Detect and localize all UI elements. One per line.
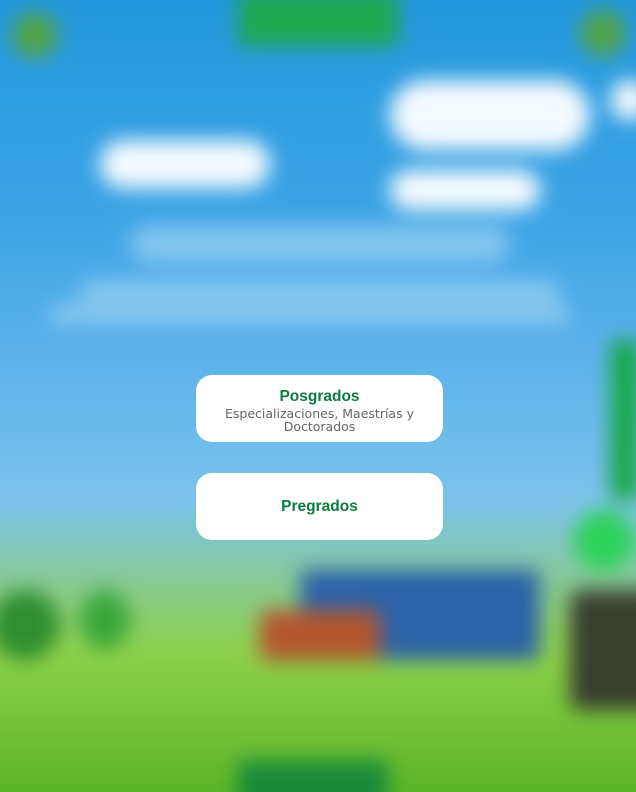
pregrados-title: Pregrados (281, 497, 358, 515)
posgrados-option-button[interactable]: Posgrados Especializaciones, Maestrías y… (196, 375, 443, 442)
pregrados-option-button[interactable]: Pregrados (196, 473, 443, 540)
posgrados-title: Posgrados (279, 388, 360, 405)
page-root: Posgrados Especializaciones, Maestrías y… (0, 0, 636, 792)
posgrados-subtitle: Especializaciones, Maestrías y Doctorado… (225, 406, 414, 434)
